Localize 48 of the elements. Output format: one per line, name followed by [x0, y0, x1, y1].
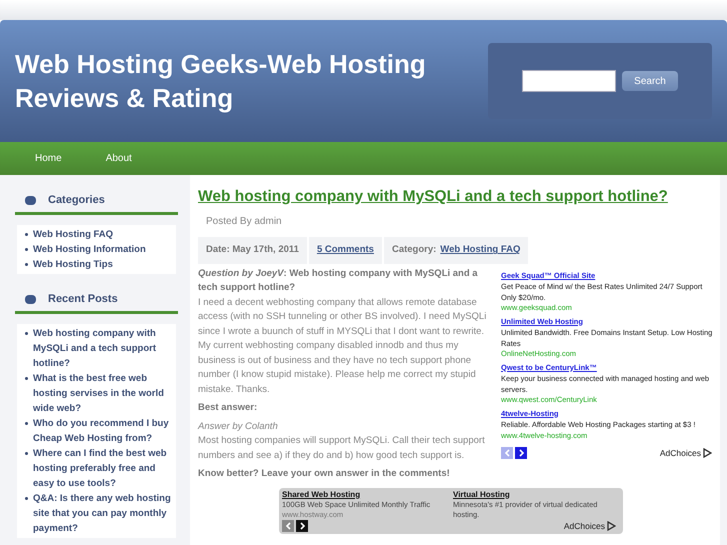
sidebar-link[interactable]: Web Hosting Information: [33, 242, 146, 257]
widget-title: Recent Posts: [48, 292, 118, 307]
sidebar-link[interactable]: Web Hosting FAQ: [33, 227, 114, 242]
best-answer-heading: Best answer:: [198, 401, 258, 415]
sidebar-link[interactable]: Where can I find the best web hosting preferably free and easy to use tools?: [33, 446, 174, 491]
widget-title: Categories: [48, 192, 105, 208]
sidebar-link[interactable]: Q&A: Is there any web hosting site that you can pay monthly payment?: [33, 491, 174, 536]
next-button[interactable]: [515, 447, 527, 459]
chevron-right-icon: [298, 522, 306, 530]
adchoices-label[interactable]: AdChoices: [564, 520, 605, 530]
post-date: Date: May 17th, 2011: [198, 237, 307, 264]
chevron-left-icon: [504, 449, 510, 457]
nav-link[interactable]: Home: [35, 151, 62, 166]
bullet-icon: [25, 422, 28, 425]
search-field[interactable]: [522, 70, 616, 92]
widget-icon: [25, 196, 36, 204]
answer-author: Answer by Colanth: [198, 420, 279, 434]
sidebar-link[interactable]: Who do you recommend I buy Cheap Web Hosting from?: [33, 416, 174, 446]
sidebar-link[interactable]: What is the best free web hosting servises in the world wide web?: [33, 371, 174, 416]
adchoices-label[interactable]: AdChoices: [660, 448, 701, 458]
category-label: Category:: [392, 243, 436, 258]
sidebar-link[interactable]: Web hosting company with MySQLi and a tech support hotline?: [33, 326, 174, 371]
call-to-action: Know better? Leave your own answer in the comments!: [198, 467, 451, 481]
question-body: I need a decent webhosting company that allows remote database access (with no SSH tunneling or other BS involved). I need MySQLi since I wrote a buunch of stuff in MYSQLi that I dont want to rewrite. My current webhosting company disabled innodb and thus my business is out of business and they have no tech support phone number (I know stupid mistake). Please help me correct my stupid mistake. Thanks.: [198, 296, 488, 396]
nav-link[interactable]: About: [106, 151, 132, 166]
post-byline: Posted By admin: [206, 215, 283, 230]
bullet-icon: [25, 377, 28, 380]
question-text: Question by JoeyV: Web hosting company with MySQLi and a tech support hotline?: [198, 266, 479, 295]
ad-title[interactable]: Shared Web Hosting: [282, 490, 447, 500]
category-link[interactable]: Web Hosting FAQ: [440, 243, 520, 258]
post-title[interactable]: Web hosting company with MySQLi and a tech support hotline?: [198, 185, 720, 208]
bullet-icon: [25, 233, 28, 236]
comments-link[interactable]: 5 Comments: [308, 237, 382, 264]
bullet-icon: [25, 332, 28, 335]
answer-text: Most hosting companies will support MySQLi. Call their tech support numbers and see a) if they do and b) how good tech support is.: [198, 434, 486, 462]
bullet-icon: [25, 263, 28, 266]
bullet-icon: [25, 497, 28, 500]
adchoices-icon: [607, 520, 616, 530]
chevron-right-icon: [518, 449, 524, 457]
bullet-icon: [25, 248, 28, 251]
ad-title[interactable]: Virtual Hosting: [453, 490, 618, 500]
chevron-left-icon: [284, 522, 292, 530]
next-button[interactable]: [296, 520, 308, 532]
sidebar-link[interactable]: Web Hosting Tips: [33, 257, 113, 272]
site-title: Web Hosting Geeks-Web Hosting Reviews & Rating: [15, 48, 427, 115]
widget-icon: [25, 294, 36, 304]
bullet-icon: [25, 452, 28, 455]
adchoices-icon: [703, 448, 712, 458]
